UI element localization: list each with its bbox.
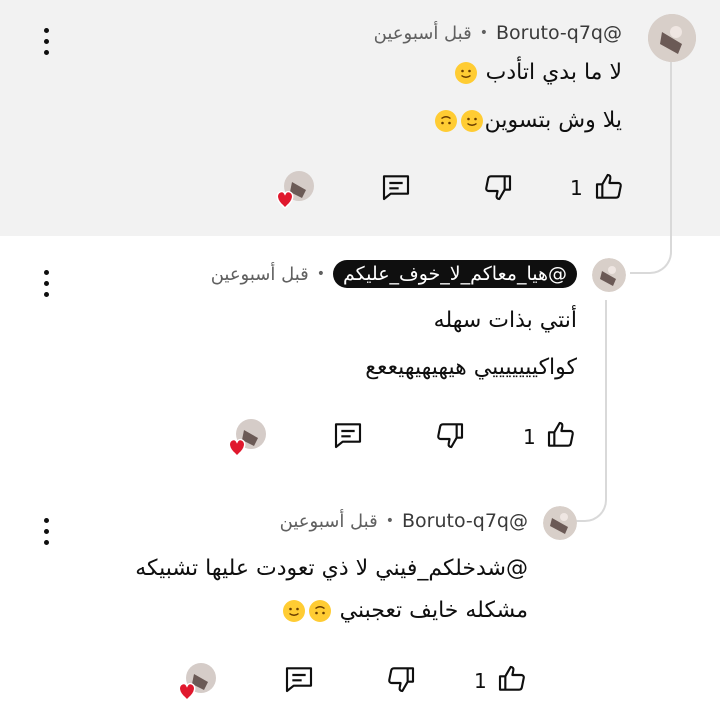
comment-line-text: لا ما بدي اتأدب (485, 60, 622, 85)
avatar[interactable] (648, 14, 696, 62)
timestamp: قبل أسبوعين (279, 510, 378, 532)
avatar[interactable] (543, 506, 577, 540)
thumb-up-icon[interactable] (593, 171, 625, 203)
comment-line-text: كواكيييييييي هيهيهيهيععع (365, 355, 577, 380)
creator-heart-icon (176, 662, 218, 702)
thumb-down-icon[interactable] (385, 663, 417, 695)
slightly-smiling-face-icon (454, 61, 477, 84)
thread-line (575, 300, 607, 522)
comment-text-line: مشكله خايف تعجبني (281, 598, 528, 623)
more-vertical-icon[interactable] (42, 270, 52, 303)
thread-line (630, 62, 672, 274)
comment-header: @هيا_معاكم_لا_خوف_عليكم • قبل أسبوعين (211, 260, 577, 288)
reply-comment-icon[interactable] (283, 663, 315, 695)
timestamp: قبل أسبوعين (373, 22, 472, 44)
timestamp: قبل أسبوعين (210, 263, 309, 285)
separator-dot: • (316, 266, 326, 282)
like-count: 1 (570, 176, 583, 200)
thumb-up-icon[interactable] (496, 663, 528, 695)
more-vertical-icon[interactable] (42, 518, 52, 551)
comment-line-text: @شدخلكم_فيني لا ذي تعودت عليها تشبيكه (135, 556, 528, 581)
author-handle[interactable]: @Boruto-q7q (496, 22, 622, 44)
comment-text-line: لا ما بدي اتأدب (453, 60, 622, 85)
thumb-down-icon[interactable] (434, 419, 466, 451)
separator-dot: • (479, 25, 488, 41)
comment-line-text: مشكله خايف تعجبني (339, 598, 528, 623)
upside-down-face-icon (308, 599, 331, 622)
comment-text-line: كواكيييييييي هيهيهيهيععع (365, 355, 577, 380)
like-count: 1 (523, 425, 536, 449)
reply-comment-icon[interactable] (332, 419, 364, 451)
more-vertical-icon[interactable] (42, 28, 52, 61)
thumb-up-icon[interactable] (545, 419, 577, 451)
comment-text-line: أنتي بذات سهله (434, 308, 577, 333)
comment-text-line: @شدخلكم_فيني لا ذي تعودت عليها تشبيكه (135, 556, 528, 581)
avatar[interactable] (592, 258, 626, 292)
comment-header: @Boruto-q7q • قبل أسبوعين (374, 22, 622, 44)
author-handle-highlighted[interactable]: @هيا_معاكم_لا_خوف_عليكم (333, 260, 577, 288)
separator-dot: • (385, 513, 394, 529)
slightly-smiling-face-icon (282, 599, 305, 622)
creator-heart-icon (274, 170, 316, 210)
comment-text-line: يلا وش بتسوين (433, 108, 622, 133)
like-count: 1 (474, 669, 487, 693)
creator-heart-icon (226, 418, 268, 458)
comment-header: @Boruto-q7q • قبل أسبوعين (280, 510, 528, 532)
comment-line-text: أنتي بذات سهله (433, 308, 577, 333)
thumb-down-icon[interactable] (482, 171, 514, 203)
author-handle[interactable]: @Boruto-q7q (402, 510, 528, 532)
upside-down-face-icon (434, 109, 457, 132)
slightly-smiling-face-icon (460, 109, 483, 132)
reply-comment-icon[interactable] (380, 171, 412, 203)
comment-line-text: يلا وش بتسوين (484, 108, 622, 133)
